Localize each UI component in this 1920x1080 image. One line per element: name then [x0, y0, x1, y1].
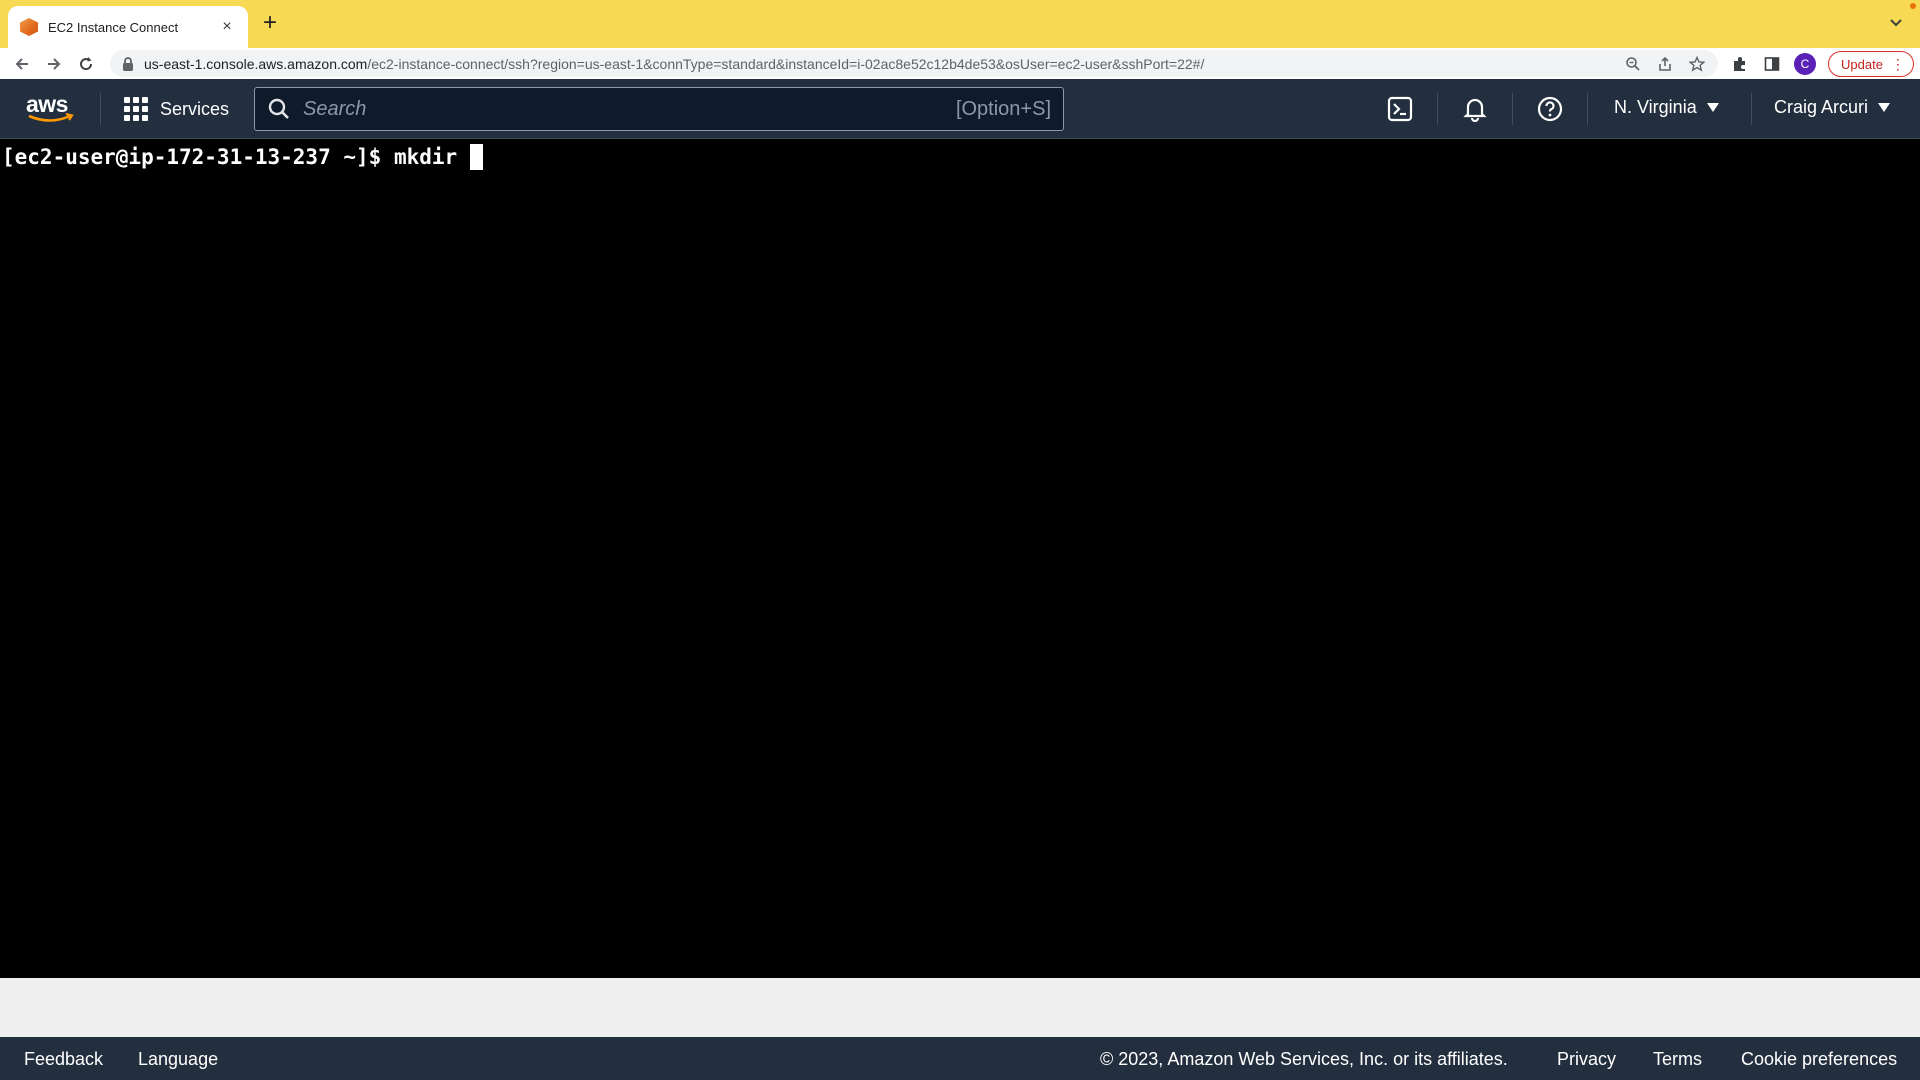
copyright-text: © 2023, Amazon Web Services, Inc. or its… — [1100, 1049, 1508, 1069]
back-arrow-icon[interactable] — [6, 50, 38, 78]
aws-console-nav: aws Services [Option+S] N. Virginia Crai — [0, 79, 1920, 139]
zoom-icon[interactable] — [1624, 55, 1642, 73]
language-link[interactable]: Language — [138, 1049, 218, 1070]
terms-link[interactable]: Terms — [1653, 1049, 1702, 1070]
browser-tab-strip: EC2 Instance Connect × + — [0, 0, 1920, 48]
search-icon — [267, 97, 291, 121]
footer-spacer — [0, 978, 1920, 1037]
browser-toolbar: us-east-1.console.aws.amazon.com/ec2-ins… — [0, 48, 1920, 79]
aws-logo[interactable]: aws — [26, 91, 76, 125]
caret-down-icon — [1706, 103, 1719, 112]
aws-footer: Feedback Language © 2023, Amazon Web Ser… — [0, 1037, 1920, 1080]
account-label: Craig Arcuri — [1774, 97, 1869, 117]
typed-command: mkdir — [393, 145, 470, 169]
region-selector[interactable]: N. Virginia — [1614, 97, 1719, 118]
browser-tab-ec2-instance-connect[interactable]: EC2 Instance Connect × — [8, 6, 248, 48]
close-tab-icon[interactable]: × — [218, 18, 236, 36]
region-label: N. Virginia — [1614, 97, 1697, 117]
extensions-puzzle-icon[interactable] — [1730, 54, 1750, 74]
cloudshell-icon[interactable] — [1386, 95, 1414, 123]
lock-icon[interactable] — [122, 56, 134, 71]
nav-divider — [1587, 93, 1588, 125]
services-grid-icon — [124, 97, 148, 121]
aws-smile-icon — [28, 113, 74, 122]
reload-icon[interactable] — [70, 50, 102, 78]
feedback-link[interactable]: Feedback — [24, 1049, 103, 1070]
address-bar[interactable]: us-east-1.console.aws.amazon.com/ec2-ins… — [110, 50, 1718, 77]
services-label: Services — [160, 98, 230, 119]
aws-cube-icon — [20, 18, 38, 36]
new-tab-button[interactable]: + — [258, 11, 282, 36]
nav-divider — [1512, 93, 1513, 125]
update-label: Update — [1841, 56, 1883, 72]
services-menu-button[interactable]: Services — [124, 95, 229, 123]
url-path: /ec2-instance-connect/ssh?region=us-east… — [367, 55, 1205, 72]
side-panel-icon[interactable] — [1762, 54, 1782, 74]
nav-divider — [1437, 93, 1438, 125]
bookmark-star-icon[interactable] — [1688, 55, 1706, 73]
notifications-bell-icon[interactable] — [1461, 95, 1489, 123]
privacy-link[interactable]: Privacy — [1557, 1049, 1616, 1070]
profile-avatar[interactable]: C — [1794, 53, 1816, 75]
cookie-preferences-link[interactable]: Cookie preferences — [1741, 1049, 1897, 1070]
nav-divider — [100, 93, 101, 125]
search-input[interactable] — [303, 88, 956, 130]
account-menu[interactable]: Craig Arcuri — [1774, 97, 1891, 118]
terminal-window[interactable]: [ec2-user@ip-172-31-13-237 ~]$ mkdir — [0, 140, 1920, 978]
url-text[interactable]: us-east-1.console.aws.amazon.com/ec2-ins… — [144, 56, 1616, 72]
tab-title: EC2 Instance Connect — [48, 19, 179, 35]
caret-down-icon — [1878, 103, 1891, 112]
aws-search-box[interactable]: [Option+S] — [254, 87, 1064, 131]
url-host: us-east-1.console.aws.amazon.com — [144, 55, 368, 72]
share-icon[interactable] — [1656, 55, 1674, 73]
terminal-line: [ec2-user@ip-172-31-13-237 ~]$ mkdir — [2, 144, 1918, 170]
help-icon[interactable] — [1536, 95, 1564, 123]
notification-dot — [1910, 3, 1916, 9]
more-vert-icon: ⋮ — [1890, 56, 1905, 72]
update-button[interactable]: Update ⋮ — [1828, 51, 1914, 77]
shell-prompt: [ec2-user@ip-172-31-13-237 ~]$ — [2, 145, 394, 169]
terminal-cursor — [469, 144, 483, 170]
forward-arrow-icon[interactable] — [38, 50, 70, 78]
nav-divider — [1751, 93, 1752, 125]
tab-search-chevron-icon[interactable] — [1886, 13, 1906, 33]
search-shortcut-hint: [Option+S] — [955, 97, 1051, 120]
